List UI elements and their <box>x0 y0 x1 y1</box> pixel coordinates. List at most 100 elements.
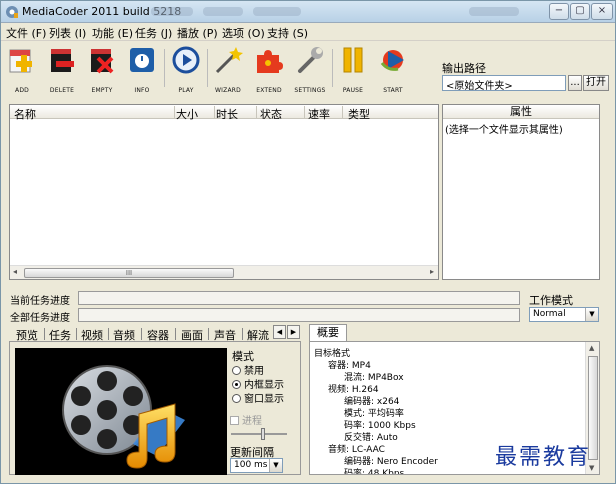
scroll-right-icon[interactable]: ▸ <box>430 267 434 276</box>
menu-file[interactable]: 文件 (F) <box>6 25 46 41</box>
tab-divider <box>208 328 209 340</box>
work-mode-label: 工作模式 <box>529 294 573 307</box>
chevron-down-icon[interactable]: ▼ <box>269 459 282 472</box>
work-mode-select[interactable]: Normal ▼ <box>529 307 599 322</box>
minimize-button[interactable]: − <box>549 3 569 20</box>
chevron-down-icon[interactable]: ▼ <box>585 308 598 321</box>
pause-button[interactable]: PAUSE <box>334 45 372 95</box>
column-divider <box>256 106 257 118</box>
progress-checkbox[interactable]: 进程 <box>230 412 262 427</box>
summary-line: 码率: 48 Kbps <box>344 469 405 475</box>
wizard-button[interactable]: WIZARD <box>209 45 247 95</box>
current-task-progress-bar <box>78 291 520 305</box>
info-icon <box>130 48 154 72</box>
play-icon <box>172 46 200 74</box>
scroll-left-icon[interactable]: ◂ <box>13 267 17 276</box>
radio-disable[interactable]: 禁用 <box>232 362 264 377</box>
close-button[interactable]: × <box>591 3 613 20</box>
extend-button[interactable]: EXTEND <box>250 45 288 95</box>
start-button[interactable]: START <box>374 45 412 95</box>
preview-mode-group: 模式 禁用 内框显示 窗口显示 <box>230 348 296 408</box>
tab-scroll-right-icon[interactable]: ▶ <box>287 325 300 339</box>
blurred-title-text <box>253 7 301 16</box>
toolbar-separator <box>332 49 333 87</box>
file-list-header: 名称 大小 时长 状态 速率 类型 <box>10 105 438 122</box>
refresh-interval-value: 100 ms <box>234 460 268 470</box>
menu-task[interactable]: 任务 (J) <box>135 25 172 41</box>
watermark-text: 最需教育 <box>495 445 592 470</box>
open-button[interactable]: 打开 <box>583 75 609 91</box>
slider-track <box>231 433 287 435</box>
app-icon <box>6 6 18 18</box>
start-icon <box>380 50 404 71</box>
empty-icon <box>91 49 114 74</box>
menu-options[interactable]: 选项 (O) <box>222 25 265 41</box>
column-divider <box>304 106 305 118</box>
column-divider <box>214 106 215 118</box>
output-path-label: 输出路径 <box>442 62 486 75</box>
tab-bar: 预览 任务 视频 音频 容器 画面 声音 解流 <box>9 326 301 342</box>
column-rate[interactable]: 速率 <box>308 106 330 122</box>
play-button[interactable]: PLAY <box>167 45 205 95</box>
menu-bar: 文件 (F) 列表 (I) 功能 (E) 任务 (J) 播放 (P) 选项 (O… <box>1 23 615 41</box>
title-bar[interactable]: MediaCoder 2011 build 5218 − ▢ × <box>1 1 615 23</box>
work-mode-value: Normal <box>533 309 566 319</box>
tab-summary[interactable]: 概要 <box>309 324 347 341</box>
tab-scroll-buttons: ◀ ▶ <box>273 325 301 339</box>
file-list-horizontal-scrollbar[interactable]: ◂ III ▸ <box>10 265 438 279</box>
maximize-button[interactable]: ▢ <box>570 3 590 20</box>
empty-button[interactable]: EMPTY <box>83 45 121 95</box>
mediacoder-window: MediaCoder 2011 build 5218 − ▢ × 文件 (F) … <box>0 0 616 484</box>
tab-divider <box>76 328 77 340</box>
tab-divider <box>141 328 142 340</box>
delete-button[interactable]: DELETE <box>43 45 81 95</box>
puzzle-icon <box>257 50 283 73</box>
tab-divider <box>108 328 109 340</box>
info-button[interactable]: INFO <box>123 45 161 95</box>
properties-hint: (选择一个文件显示其属性) <box>445 125 563 136</box>
column-divider <box>342 106 343 118</box>
column-type[interactable]: 类型 <box>348 106 370 122</box>
film-reel-logo-icon <box>62 365 185 469</box>
column-size[interactable]: 大小 <box>176 106 198 122</box>
file-list[interactable]: 名称 大小 时长 状态 速率 类型 ◂ III ▸ <box>9 104 439 280</box>
wizard-icon <box>215 47 243 74</box>
tab-divider <box>175 328 176 340</box>
delete-icon <box>51 49 74 72</box>
toolbar-separator <box>164 49 165 87</box>
output-path-input[interactable]: <原始文件夹> <box>442 75 566 91</box>
radio-button-selected-icon <box>232 380 241 389</box>
slider-knob[interactable] <box>261 428 265 440</box>
menu-support[interactable]: 支持 (S) <box>267 25 308 41</box>
menu-list[interactable]: 列表 (I) <box>49 25 86 41</box>
tab-scroll-left-icon[interactable]: ◀ <box>273 325 286 339</box>
pause-icon <box>343 47 363 73</box>
menu-function[interactable]: 功能 (E) <box>92 25 133 41</box>
overall-task-progress-label: 全部任务进度 <box>10 313 70 324</box>
settings-button[interactable]: SETTINGS <box>291 45 329 95</box>
radio-inline-display[interactable]: 内框显示 <box>232 376 284 391</box>
toolbar-separator <box>207 49 208 87</box>
blurred-title-text <box>151 7 193 16</box>
scroll-up-icon[interactable]: ▲ <box>589 344 594 352</box>
menu-play[interactable]: 播放 (P) <box>177 25 218 41</box>
preview-slider[interactable] <box>231 427 287 441</box>
column-name[interactable]: 名称 <box>14 106 36 122</box>
radio-window-display[interactable]: 窗口显示 <box>232 390 284 405</box>
tab-divider <box>242 328 243 340</box>
blurred-title-text <box>203 7 243 16</box>
properties-panel: 属性 (选择一个文件显示其属性) <box>442 104 600 280</box>
tab-divider <box>44 328 45 340</box>
scrollbar-thumb[interactable]: III <box>24 268 234 278</box>
column-divider <box>174 106 175 118</box>
refresh-interval-select[interactable]: 100 ms ▼ <box>230 458 283 473</box>
overall-task-progress-bar <box>78 308 520 322</box>
browse-button[interactable]: ... <box>568 75 582 91</box>
column-status[interactable]: 状态 <box>260 106 282 122</box>
add-icon <box>9 49 32 73</box>
column-duration[interactable]: 时长 <box>216 106 238 122</box>
wrench-icon <box>298 47 323 73</box>
preview-area[interactable] <box>15 348 227 475</box>
radio-button-icon <box>232 366 241 375</box>
add-button[interactable]: ADD <box>3 45 41 95</box>
